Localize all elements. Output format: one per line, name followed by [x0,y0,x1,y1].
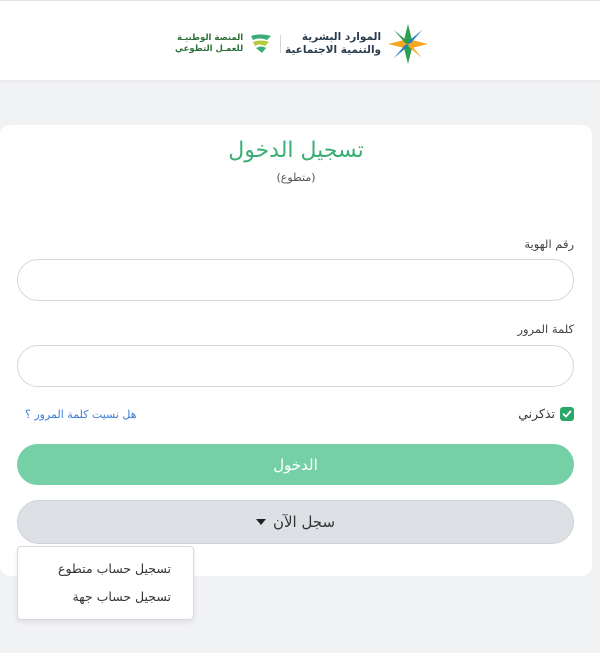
caret-down-icon [255,519,266,525]
logo-divider [280,35,281,53]
login-button[interactable]: الدخول [17,444,574,485]
password-label: كلمة المرور [517,322,574,336]
top-header: الموارد البشرية والتنمية الاجتماعية المن… [0,0,600,80]
password-input[interactable] [17,345,574,387]
volunteer-leaf-logo-icon [251,34,272,53]
register-organization-option[interactable]: تسجيل حساب جهة [18,585,193,613]
remember-me[interactable]: تذكرني [518,406,574,421]
remember-label: تذكرني [518,406,555,421]
register-volunteer-option[interactable]: تسجيل حساب متطوع [18,557,193,585]
hr-star-logo-icon [388,24,429,64]
volunteer-logo-line2: للعمـل التطوعي [175,44,244,54]
volunteer-platform-logo[interactable]: المنصة الوطنيـة للعمـل التطوعي [175,27,275,61]
page-subtitle: (متطوع) [276,171,316,184]
hr-logo-line1: الموارد البشرية [301,31,382,43]
hr-ministry-logo[interactable]: الموارد البشرية والتنمية الاجتماعية [285,21,431,67]
checkmark-icon [562,410,572,417]
volunteer-logo-text: المنصة الوطنيـة للعمـل التطوعي [175,33,243,55]
register-dropdown-menu: تسجيل حساب متطوع تسجيل حساب جهة [17,546,194,620]
forgot-password-link[interactable]: هل نسيت كلمة المرور ؟ [25,408,137,421]
page-title: تسجيل الدخول [228,138,364,163]
volunteer-logo-line1: المنصة الوطنيـة [177,33,244,43]
id-number-label: رقم الهوية [524,237,574,251]
register-now-button[interactable]: سجل الآن [17,500,574,544]
hr-logo-line2: والتنمية الاجتماعية [285,44,382,56]
register-now-label: سجل الآن [272,513,336,531]
hr-logo-text: الموارد البشرية والتنمية الاجتماعية [285,31,381,57]
remember-checkbox[interactable] [560,406,574,421]
id-number-input[interactable] [17,259,574,301]
